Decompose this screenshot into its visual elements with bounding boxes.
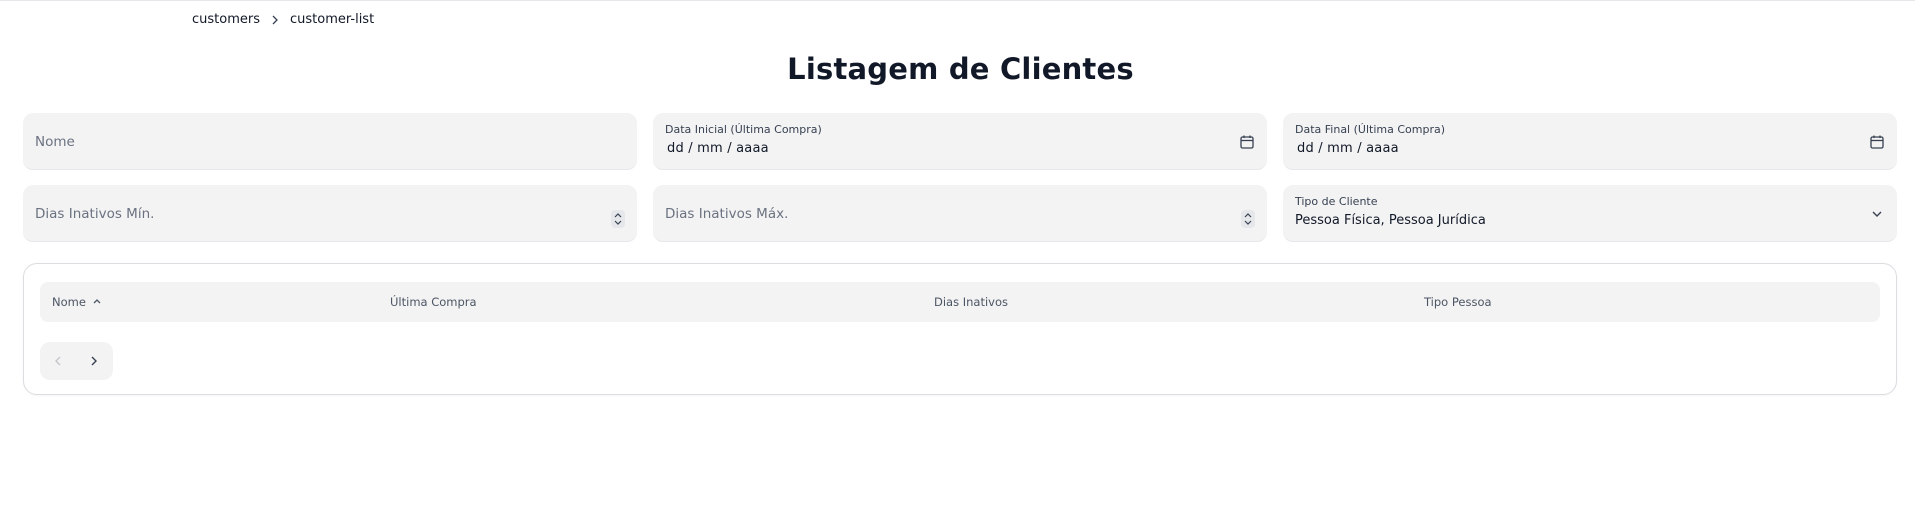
data-inicial-field[interactable]: Data Inicial (Última Compra) dd / mm / a… (653, 113, 1267, 170)
breadcrumb-item-customer-list[interactable]: customer-list (290, 12, 374, 27)
calendar-icon[interactable] (1239, 134, 1255, 150)
column-header-dias-inativos[interactable]: Dias Inativos (934, 295, 1008, 309)
chevron-right-icon (88, 352, 100, 371)
dias-max-placeholder: Dias Inativos Máx. (665, 206, 789, 222)
column-header-tipo-pessoa[interactable]: Tipo Pessoa (1424, 295, 1492, 309)
breadcrumb-item-customers[interactable]: customers (192, 12, 260, 27)
stepper-icon[interactable] (1241, 210, 1255, 228)
calendar-icon[interactable] (1869, 134, 1885, 150)
dias-min-placeholder: Dias Inativos Mín. (35, 206, 155, 222)
data-final-field[interactable]: Data Final (Última Compra) dd / mm / aaa… (1283, 113, 1897, 170)
data-final-label: Data Final (Última Compra) (1295, 123, 1445, 136)
column-header-nome[interactable]: Nome (52, 295, 102, 309)
page-title: Listagem de Clientes (787, 52, 1134, 86)
tipo-cliente-select[interactable]: Tipo de Cliente Pessoa Física, Pessoa Ju… (1283, 185, 1897, 242)
data-final-value[interactable]: dd / mm / aaaa (1297, 141, 1399, 156)
dias-inativos-max-field[interactable]: Dias Inativos Máx. (653, 185, 1267, 242)
column-header-dias-inativos-label: Dias Inativos (934, 295, 1009, 309)
nome-field[interactable]: Nome (23, 113, 637, 170)
breadcrumb: customers customer-list (192, 12, 374, 27)
dias-inativos-min-field[interactable]: Dias Inativos Mín. (23, 185, 637, 242)
chevron-right-icon (268, 13, 282, 27)
data-inicial-value[interactable]: dd / mm / aaaa (667, 141, 769, 156)
tipo-cliente-value: Pessoa Física, Pessoa Jurídica (1295, 213, 1486, 228)
column-header-ultima-compra-label: Última Compra (390, 295, 477, 309)
nome-placeholder: Nome (35, 134, 75, 150)
pagination (40, 342, 113, 380)
data-inicial-label: Data Inicial (Última Compra) (665, 123, 822, 136)
top-divider (0, 0, 1915, 1)
stepper-icon[interactable] (611, 210, 625, 228)
prev-page-button[interactable] (40, 342, 76, 380)
column-header-nome-label: Nome (52, 295, 86, 309)
next-page-button[interactable] (76, 342, 112, 380)
tipo-cliente-label: Tipo de Cliente (1295, 195, 1378, 208)
column-header-tipo-pessoa-label: Tipo Pessoa (1424, 295, 1492, 309)
table-header: Nome Última Compra Dias Inativos Tipo Pe… (40, 282, 1880, 322)
column-header-ultima-compra[interactable]: Última Compra (390, 295, 477, 309)
customers-table: Nome Última Compra Dias Inativos Tipo Pe… (23, 263, 1897, 395)
sort-ascending-icon (92, 295, 102, 309)
chevron-down-icon[interactable] (1869, 206, 1885, 222)
chevron-left-icon (52, 352, 64, 371)
